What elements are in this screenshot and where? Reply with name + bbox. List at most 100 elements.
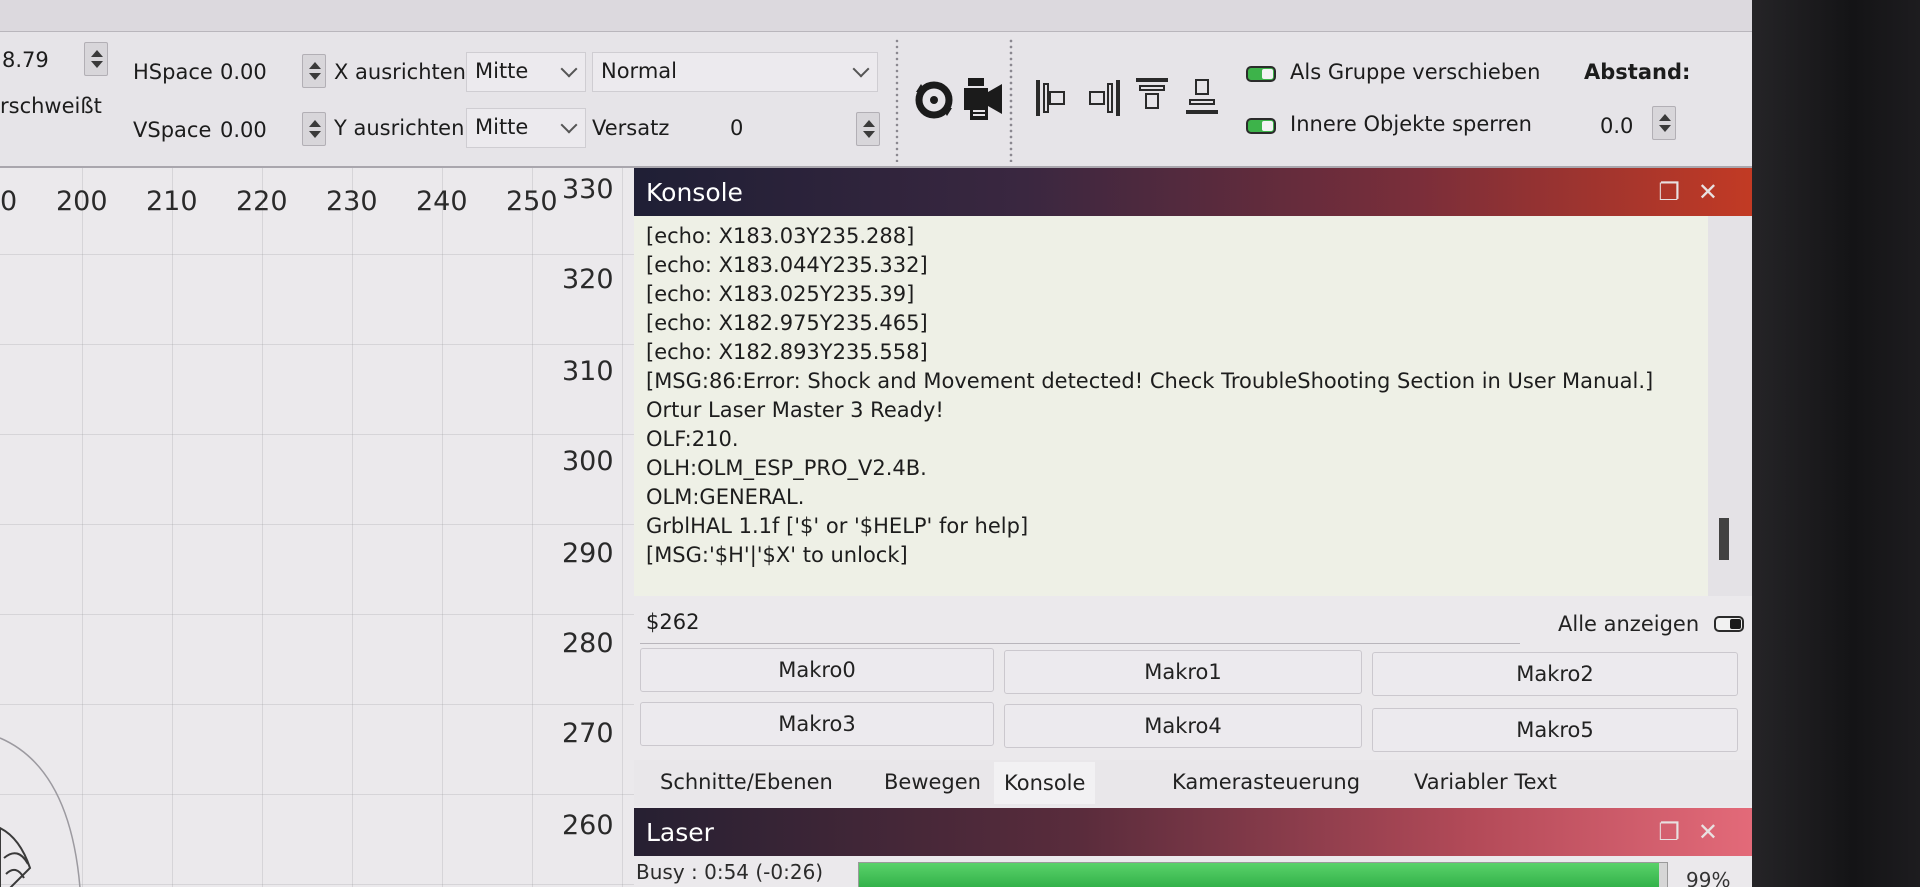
width-spinner[interactable] <box>84 42 108 76</box>
close-icon[interactable]: ✕ <box>1698 178 1736 206</box>
tab-variable-text[interactable]: Variabler Text <box>1414 770 1557 794</box>
macro-button[interactable]: Makro0 <box>640 648 994 692</box>
ruler-y-tick: 290 <box>562 538 614 569</box>
vspace-value[interactable]: 0.00 <box>220 118 267 142</box>
ruler-y-tick: 310 <box>562 356 614 387</box>
hspace-spinner[interactable] <box>302 54 326 88</box>
y-align-value: Mitte <box>475 115 529 139</box>
log-line: [MSG:86:Error: Shock and Movement detect… <box>646 369 1654 393</box>
job-progress-bar <box>858 862 1668 887</box>
console-title: Konsole <box>646 178 743 207</box>
chevron-down-icon <box>560 60 578 78</box>
y-align-select[interactable]: Mitte <box>466 108 586 148</box>
laser-title: Laser <box>646 818 714 847</box>
lock-inner-label: Innere Objekte sperren <box>1290 112 1532 136</box>
toolbar-separator <box>894 38 900 162</box>
bottom-tab-bar: Schnitte/Ebenen Bewegen Konsole Kamerast… <box>634 760 1752 806</box>
ruler-y-tick: 280 <box>562 628 614 659</box>
align-center-icon[interactable] <box>1086 78 1122 118</box>
align-top-icon[interactable] <box>1134 76 1170 118</box>
hspace-label: HSpace <box>133 60 213 84</box>
macro-button[interactable]: Makro2 <box>1372 652 1738 696</box>
workspace-canvas[interactable]: 0 200 210 220 230 240 250 330 320 310 30… <box>0 168 636 887</box>
macro-button[interactable]: Makro3 <box>640 702 994 746</box>
move-group-toggle[interactable] <box>1246 66 1276 82</box>
toolbar: 8.79 rschweißt HSpace 0.00 VSpace 0.00 X… <box>0 32 1752 168</box>
ruler-x-tick: 240 <box>416 186 468 217</box>
window-restore-icon[interactable]: ❐ <box>1658 818 1698 846</box>
show-all-label: Alle anzeigen <box>1558 612 1700 636</box>
tab-move[interactable]: Bewegen <box>884 770 981 794</box>
mode-select[interactable]: Normal <box>592 52 878 92</box>
console-panel: Konsole ❐✕ [echo: X183.03Y235.288] [echo… <box>634 168 1752 808</box>
weld-label: rschweißt <box>0 94 102 118</box>
spacing-value[interactable]: 0.0 <box>1600 114 1633 138</box>
laser-title-bar: Laser ❐✕ <box>634 808 1752 856</box>
x-align-label: X ausrichten <box>334 60 466 84</box>
laser-panel: Laser ❐✕ Busy : 0:54 (-0:26) 99% <box>634 808 1752 887</box>
show-all-toggle[interactable] <box>1714 616 1744 632</box>
log-line: [echo: X183.044Y235.332] <box>646 253 928 277</box>
ruler-y-tick: 320 <box>562 264 614 295</box>
offset-value[interactable]: 0 <box>730 116 743 140</box>
width-value[interactable]: 8.79 <box>2 48 49 72</box>
log-line: GrblHAL 1.1f ['$' or '$HELP' for help] <box>646 514 1029 538</box>
busy-status: Busy : 0:54 (-0:26) <box>636 860 824 884</box>
log-line: [MSG:'$H'|'$X' to unlock] <box>646 543 908 567</box>
log-line: OLF:210. <box>646 427 739 451</box>
log-line: Ortur Laser Master 3 Ready! <box>646 398 944 422</box>
vspace-label: VSpace <box>133 118 212 142</box>
ruler-y-tick: 300 <box>562 446 614 477</box>
tab-camera-control[interactable]: Kamerasteuerung <box>1172 770 1360 794</box>
log-line: [echo: X183.025Y235.39] <box>646 282 915 306</box>
offset-spinner[interactable] <box>856 112 880 146</box>
vspace-spinner[interactable] <box>302 112 326 146</box>
log-line: OLM:GENERAL. <box>646 485 805 509</box>
window-restore-icon[interactable]: ❐ <box>1658 178 1698 206</box>
ruler-x-tick: 250 <box>506 186 558 217</box>
console-title-bar: Konsole ❐✕ <box>634 168 1752 216</box>
lock-inner-toggle[interactable] <box>1246 118 1276 134</box>
console-scrollbar-thumb[interactable] <box>1719 518 1729 560</box>
tab-console[interactable]: Konsole <box>994 762 1096 804</box>
spacing-label: Abstand: <box>1584 60 1691 84</box>
console-log[interactable]: [echo: X183.03Y235.288] [echo: X183.044Y… <box>634 216 1708 596</box>
x-align-select[interactable]: Mitte <box>466 52 586 92</box>
y-align-label: Y ausrichten <box>334 116 465 140</box>
log-line: [echo: X182.893Y235.558] <box>646 340 928 364</box>
chevron-down-icon <box>852 60 870 78</box>
macro-button[interactable]: Makro4 <box>1004 704 1362 748</box>
close-icon[interactable]: ✕ <box>1698 818 1736 846</box>
log-line: [echo: X182.975Y235.465] <box>646 311 928 335</box>
tab-cuts-layers[interactable]: Schnitte/Ebenen <box>660 770 833 794</box>
ruler-x-tick: 200 <box>56 186 108 217</box>
offset-label: Versatz <box>592 116 670 140</box>
progress-percent: 99% <box>1686 868 1731 887</box>
app-screen: 8.79 rschweißt HSpace 0.00 VSpace 0.00 X… <box>0 0 1752 887</box>
move-group-label: Als Gruppe verschieben <box>1290 60 1541 84</box>
macro-button[interactable]: Makro1 <box>1004 650 1362 694</box>
command-input[interactable] <box>640 600 1520 644</box>
align-left-icon[interactable] <box>1034 78 1070 118</box>
job-progress-fill <box>859 863 1659 887</box>
ruler-x-tick: 230 <box>326 186 378 217</box>
macro-button[interactable]: Makro5 <box>1372 708 1738 752</box>
design-artwork[interactable] <box>0 728 120 887</box>
spacing-spinner[interactable] <box>1652 106 1676 140</box>
console-scrollbar[interactable] <box>1708 216 1752 596</box>
toolbar-separator <box>1008 38 1014 162</box>
monitor-bezel <box>1752 0 1920 887</box>
log-line: OLH:OLM_ESP_PRO_V2.4B. <box>646 456 927 480</box>
mode-value: Normal <box>601 59 677 83</box>
ruler-x-tick: 0 <box>0 186 18 217</box>
hspace-value[interactable]: 0.00 <box>220 60 267 84</box>
camera-icon[interactable] <box>962 76 1006 122</box>
chevron-down-icon <box>560 116 578 134</box>
ruler-x-tick: 210 <box>146 186 198 217</box>
ruler-x-tick: 220 <box>236 186 288 217</box>
log-line: [echo: X183.03Y235.288] <box>646 224 915 248</box>
ruler-y-tick: 330 <box>562 174 614 205</box>
align-bottom-icon[interactable] <box>1184 76 1220 118</box>
ruler-y-tick: 260 <box>562 810 614 841</box>
spinner-icon[interactable] <box>912 78 956 122</box>
